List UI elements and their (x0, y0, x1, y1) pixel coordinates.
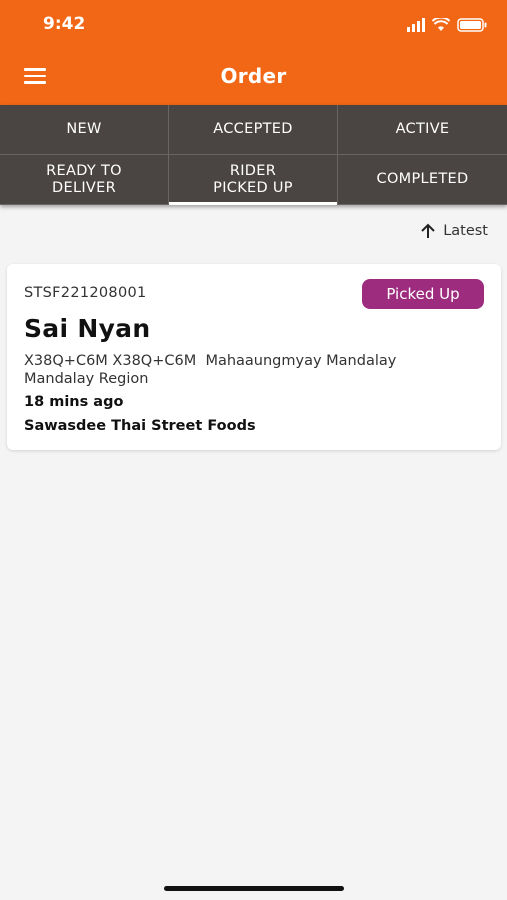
arrow-up-icon (421, 223, 435, 238)
order-card[interactable]: STSF221208001 Picked Up Sai Nyan X38Q+C6… (7, 264, 501, 450)
sort-label: Latest (443, 223, 488, 239)
home-indicator (164, 886, 344, 891)
tab-ready-to-deliver[interactable]: READY TO DELIVER (0, 155, 169, 205)
delivery-address: X38Q+C6M X38Q+C6M Mahaaungmyay Mandalay … (24, 353, 397, 387)
sort-toggle[interactable]: Latest (419, 222, 488, 240)
app-header: 9:42 Order (0, 0, 507, 105)
tab-accepted[interactable]: ACCEPTED (169, 105, 338, 155)
tab-new[interactable]: NEW (0, 105, 169, 155)
status-badge: Picked Up (362, 279, 484, 309)
customer-name: Sai Nyan (24, 314, 151, 343)
signal-icon (407, 18, 425, 32)
tab-active[interactable]: ACTIVE (338, 105, 507, 155)
shop-name: Sawasdee Thai Street Foods (24, 418, 256, 434)
wifi-icon (432, 18, 450, 31)
order-time-ago: 18 mins ago (24, 394, 124, 410)
tab-rider-picked-up[interactable]: RIDER PICKED UP (169, 155, 338, 205)
battery-icon (457, 18, 487, 32)
status-icons (407, 16, 487, 34)
status-time: 9:42 (43, 14, 86, 34)
tab-completed[interactable]: COMPLETED (338, 155, 507, 205)
page-title: Order (220, 64, 287, 88)
status-tabs: NEW ACCEPTED ACTIVE READY TO DELIVER RID… (0, 105, 507, 205)
order-id: STSF221208001 (24, 285, 147, 301)
